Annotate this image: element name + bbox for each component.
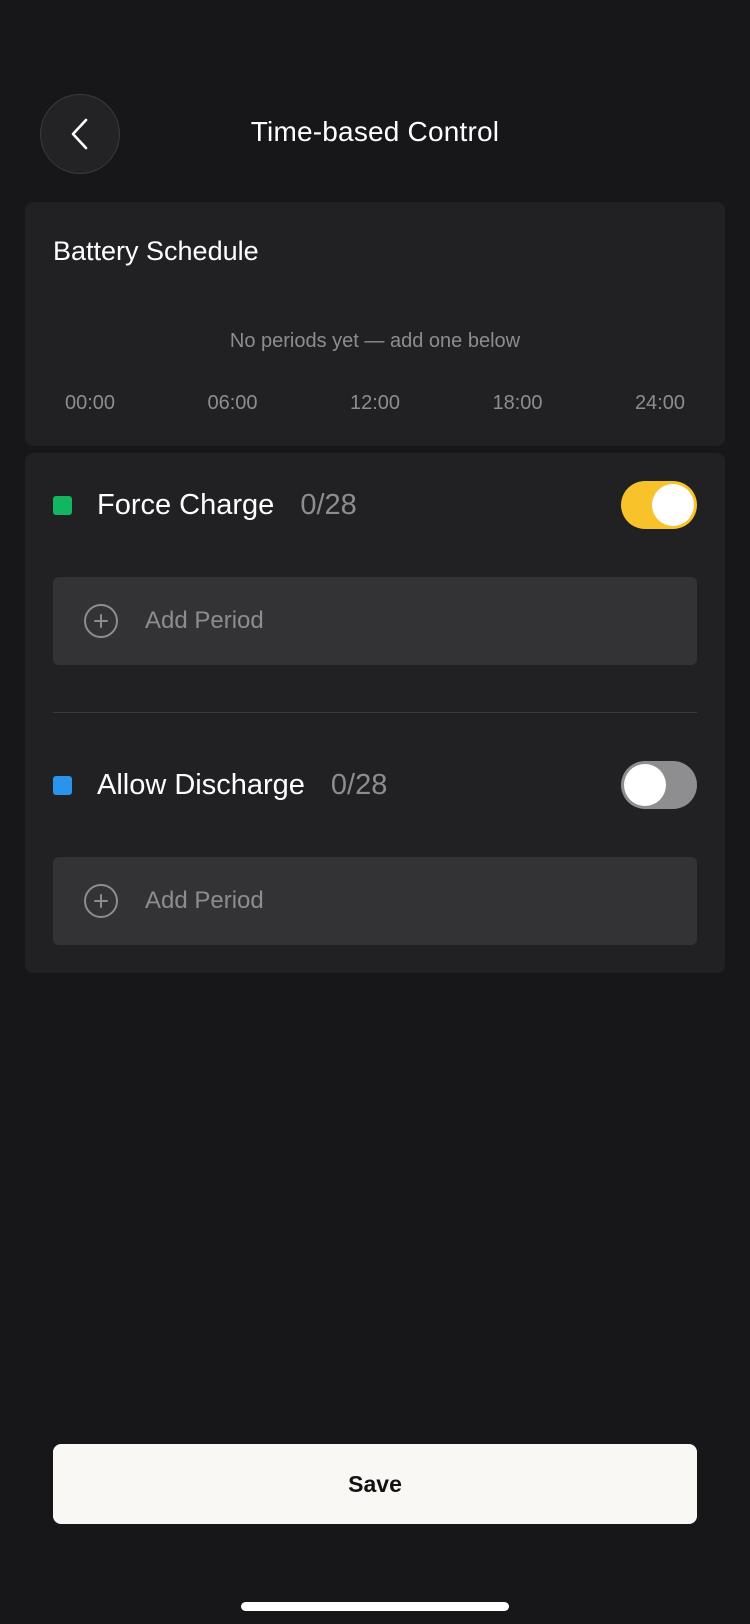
plus-circle-icon [84, 604, 118, 638]
force-charge-color-swatch [53, 495, 72, 515]
mode-row-allow-discharge: Allow Discharge 0/28 [53, 760, 697, 810]
charge-modes-card: Force Charge 0/28 Add Period Allow Disch… [25, 453, 725, 973]
timeline-label: 12:00 [349, 392, 401, 414]
timeline-label: 00:00 [65, 392, 116, 414]
mode-row-force-charge: Force Charge 0/28 [53, 480, 697, 530]
save-button[interactable]: Save [53, 1444, 697, 1524]
battery-schedule-title: Battery Schedule [53, 236, 259, 266]
allow-discharge-toggle[interactable] [621, 761, 697, 809]
allow-discharge-add-period-button[interactable]: Add Period [53, 857, 697, 945]
plus-circle-icon [84, 884, 118, 918]
home-indicator [241, 1602, 509, 1611]
force-charge-toggle[interactable] [621, 481, 697, 529]
toggle-knob [624, 764, 666, 806]
force-charge-add-period-button[interactable]: Add Period [53, 577, 697, 665]
allow-discharge-color-swatch [53, 775, 72, 795]
timeline-label: 18:00 [492, 392, 543, 414]
page-title: Time-based Control [250, 116, 500, 147]
timeline-label: 06:00 [207, 392, 258, 414]
force-charge-count: 0/28 [300, 488, 357, 521]
battery-schedule-card: Battery Schedule No periods yet — add on… [25, 202, 725, 446]
modes-divider [53, 712, 697, 713]
add-period-label: Add Period [145, 607, 264, 634]
add-period-label: Add Period [145, 887, 264, 914]
schedule-empty-message: No periods yet — add one below [229, 330, 521, 352]
allow-discharge-label: Allow Discharge [97, 768, 305, 801]
force-charge-label: Force Charge [97, 488, 275, 521]
schedule-timeline-axis: 00:00 06:00 12:00 18:00 24:00 [65, 392, 685, 415]
allow-discharge-count: 0/28 [330, 768, 388, 801]
timeline-label: 24:00 [634, 392, 685, 414]
time-based-control-screen: Time-based Control Battery Schedule No p… [0, 0, 750, 1624]
toggle-knob [652, 484, 694, 526]
